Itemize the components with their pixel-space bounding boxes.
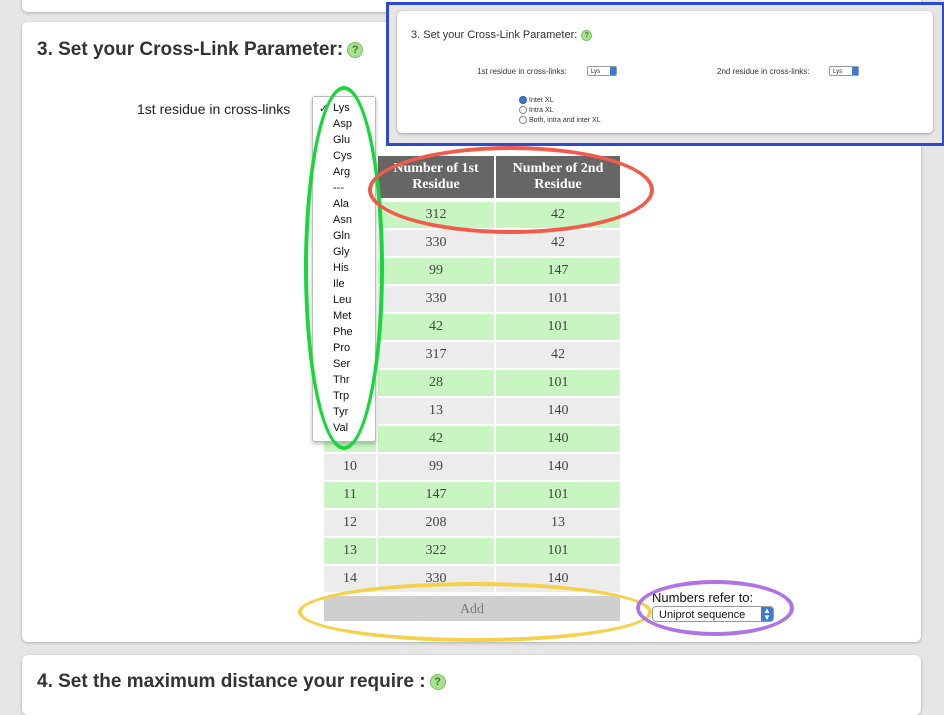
- section-title: 3. Set your Cross-Link Parameter:?: [37, 39, 364, 61]
- first-residue-cell[interactable]: 42: [378, 314, 494, 340]
- dropdown-option[interactable]: Met: [333, 310, 351, 322]
- first-residue-label-text: 1st residue in cross-links: [137, 101, 291, 117]
- second-residue-cell[interactable]: 101: [496, 370, 620, 396]
- second-residue-cell[interactable]: 140: [496, 566, 620, 592]
- second-residue-cell[interactable]: 101: [496, 286, 620, 312]
- second-residue-cell[interactable]: 42: [496, 342, 620, 368]
- first-residue-cell[interactable]: 330: [378, 566, 494, 592]
- first-residue-cell[interactable]: 147: [378, 482, 494, 508]
- first-residue-cell[interactable]: 317: [378, 342, 494, 368]
- second-residue-cell[interactable]: 147: [496, 258, 620, 284]
- first-residue-cell[interactable]: 99: [378, 454, 494, 480]
- residue-dropdown-list[interactable]: ✓ Lys Asp Glu Cys Arg --- Ala Asn Gln Gly His Ile Le…: [312, 96, 376, 442]
- dropdown-option[interactable]: ---: [333, 182, 344, 194]
- second-residue-cell[interactable]: 42: [496, 230, 620, 256]
- first-residue-cell[interactable]: 208: [378, 510, 494, 536]
- row-index-cell: 12: [324, 510, 376, 536]
- second-residue-cell[interactable]: 140: [496, 454, 620, 480]
- inset-card: 3. Set your Cross-Link Parameter:? 1st r…: [397, 11, 933, 133]
- checkmark-icon: ✓: [319, 103, 329, 115]
- second-residue-cell[interactable]: 140: [496, 426, 620, 452]
- inset-preview-frame: 3. Set your Cross-Link Parameter:? 1st r…: [386, 2, 944, 146]
- section4-title: 4. Set the maximum distance your require…: [37, 671, 446, 693]
- section-title-text: 3. Set your Cross-Link Parameter:: [37, 39, 344, 60]
- dropdown-option[interactable]: Gly: [333, 246, 350, 258]
- second-residue-cell[interactable]: 140: [496, 398, 620, 424]
- select-arrows-icon: [852, 67, 858, 75]
- radio-both-xl[interactable]: Both, intra and inter XL: [519, 116, 601, 124]
- dropdown-option[interactable]: Ala: [333, 198, 349, 210]
- help-icon[interactable]: ?: [581, 29, 593, 41]
- row-index-cell: 13: [324, 538, 376, 564]
- select-arrows-icon: [610, 67, 616, 75]
- dropdown-option[interactable]: Leu: [333, 294, 351, 306]
- help-icon[interactable]: ?: [429, 673, 446, 690]
- dropdown-option[interactable]: Asn: [333, 214, 352, 226]
- inset-second-select[interactable]: Lys: [829, 66, 859, 76]
- dropdown-option[interactable]: Glu: [333, 134, 350, 146]
- header-second-residue: Number of 2nd Residue: [496, 156, 620, 198]
- second-residue-cell[interactable]: 101: [496, 538, 620, 564]
- first-residue-cell[interactable]: 13: [378, 398, 494, 424]
- first-residue-cell[interactable]: 28: [378, 370, 494, 396]
- dropdown-option[interactable]: Pro: [333, 342, 350, 354]
- second-residue-cell[interactable]: 42: [496, 202, 620, 228]
- row-index-cell: 11: [324, 482, 376, 508]
- radio-intra-xl[interactable]: Intra XL: [519, 106, 554, 114]
- add-button[interactable]: Add: [324, 596, 620, 621]
- dropdown-option[interactable]: Trp: [333, 390, 349, 402]
- first-residue-cell[interactable]: 330: [378, 230, 494, 256]
- second-residue-cell[interactable]: 13: [496, 510, 620, 536]
- radio-button-icon: [519, 106, 527, 114]
- inset-title: 3. Set your Cross-Link Parameter:?: [411, 29, 593, 41]
- radio-intra-xl-label: Intra XL: [529, 106, 554, 114]
- first-residue-cell[interactable]: 99: [378, 258, 494, 284]
- dropdown-option[interactable]: Gln: [333, 230, 350, 242]
- first-residue-label: 1st residue in cross-links: [137, 101, 290, 117]
- section4-title-text: 4. Set the maximum distance your require…: [37, 671, 426, 692]
- row-index-cell: 14: [324, 566, 376, 592]
- first-residue-cell[interactable]: 330: [378, 286, 494, 312]
- numbers-refer-label: Numbers refer to:: [652, 590, 754, 605]
- first-residue-cell[interactable]: 322: [378, 538, 494, 564]
- radio-both-xl-label: Both, intra and inter XL: [529, 116, 601, 124]
- inset-second-label: 2nd residue in cross-links:: [717, 67, 810, 76]
- numbers-refer-selected: Uniprot sequence: [659, 609, 746, 621]
- inset-first-value: Lys: [591, 69, 601, 75]
- dropdown-option[interactable]: Tyr: [333, 406, 348, 418]
- second-residue-cell[interactable]: 101: [496, 482, 620, 508]
- first-residue-cell[interactable]: 312: [378, 202, 494, 228]
- dropdown-option[interactable]: Ile: [333, 278, 345, 290]
- header-first-residue: Number of 1st Residue: [378, 156, 494, 198]
- row-index-cell: 10: [324, 454, 376, 480]
- inset-second-value: Lys: [833, 69, 843, 75]
- radio-inter-xl-label: Inter XL: [529, 96, 554, 104]
- dropdown-option[interactable]: Ser: [333, 358, 350, 370]
- select-arrows-icon: ▲ ▼: [761, 607, 773, 622]
- radio-inter-xl[interactable]: Inter XL: [519, 96, 554, 104]
- dropdown-option[interactable]: Asp: [333, 118, 352, 130]
- inset-first-label: 1st residue in cross-links:: [477, 67, 567, 76]
- help-icon[interactable]: ?: [347, 41, 364, 58]
- dropdown-option[interactable]: His: [333, 262, 349, 274]
- dropdown-option[interactable]: Lys: [333, 102, 350, 114]
- dropdown-option[interactable]: Arg: [333, 166, 350, 178]
- radio-button-icon: [519, 96, 527, 104]
- second-residue-cell[interactable]: 101: [496, 314, 620, 340]
- radio-button-icon: [519, 116, 527, 124]
- dropdown-option[interactable]: Phe: [333, 326, 353, 338]
- dropdown-option[interactable]: Thr: [333, 374, 350, 386]
- first-residue-cell[interactable]: 42: [378, 426, 494, 452]
- max-distance-card: 4. Set the maximum distance your require…: [22, 655, 921, 715]
- inset-first-select[interactable]: Lys: [587, 66, 617, 76]
- dropdown-option[interactable]: Cys: [333, 150, 352, 162]
- inset-title-text: 3. Set your Cross-Link Parameter:: [411, 29, 578, 41]
- dropdown-option[interactable]: Val: [333, 422, 348, 434]
- numbers-refer-select[interactable]: Uniprot sequence ▲ ▼: [652, 606, 774, 622]
